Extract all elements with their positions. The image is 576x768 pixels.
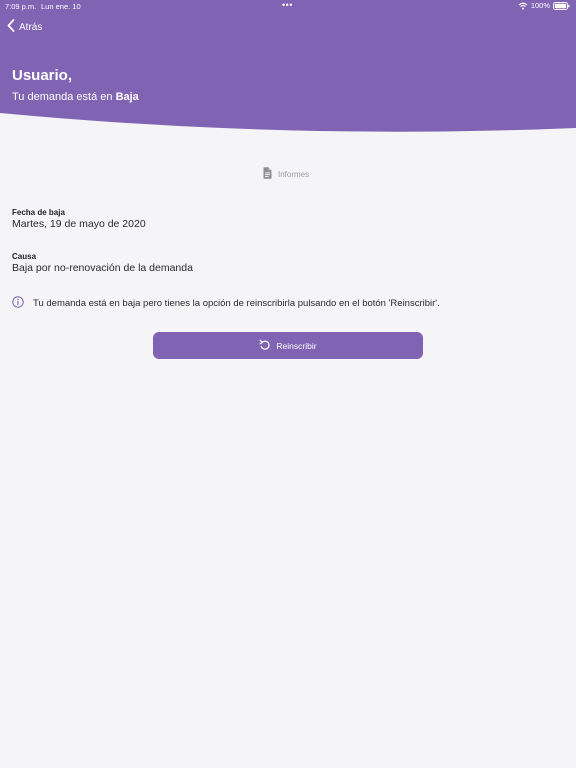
- reports-label: Informes: [278, 169, 310, 179]
- status-bar: 7:09 p.m. Lun ene. 10 ••• 100%: [0, 0, 576, 12]
- status-right: 100%: [518, 1, 570, 10]
- multitasking-dots[interactable]: •••: [282, 0, 293, 10]
- reports-link[interactable]: Informes: [263, 167, 309, 181]
- back-label: Atrás: [19, 21, 43, 33]
- field-label-causa: Causa: [12, 252, 37, 261]
- status-date: Lun ene. 10: [41, 2, 81, 11]
- info-text: Tu demanda está en baja pero tienes la o…: [33, 298, 440, 309]
- info-icon: [12, 296, 24, 311]
- demand-status-prefix: Tu demanda está en: [12, 91, 116, 103]
- field-label-fecha-de-baja: Fecha de baja: [12, 208, 65, 217]
- reinscribir-button[interactable]: Reinscribir: [153, 332, 423, 359]
- wifi-icon: [518, 2, 528, 10]
- reinscribir-label: Reinscribir: [276, 340, 317, 351]
- greeting: Usuario,: [12, 67, 73, 84]
- status-time: 7:09 p.m.: [5, 2, 37, 11]
- header-background: [0, 0, 576, 132]
- chevron-left-icon: [7, 19, 15, 35]
- refresh-icon: [259, 339, 271, 353]
- battery-percent: 100%: [530, 1, 550, 10]
- field-value-fecha-de-baja: Martes, 19 de mayo de 2020: [12, 218, 146, 230]
- back-button[interactable]: Atrás: [7, 19, 43, 35]
- header: 7:09 p.m. Lun ene. 10 ••• 100% Atrás Usu…: [0, 0, 576, 140]
- demand-status: Tu demanda está en Baja: [12, 91, 139, 103]
- demand-status-value: Baja: [115, 91, 139, 103]
- document-icon: [263, 167, 272, 181]
- battery-icon: [553, 1, 570, 10]
- field-value-causa: Baja por no-renovación de la demanda: [12, 262, 193, 274]
- info-message: Tu demanda está en baja pero tienes la o…: [12, 296, 440, 311]
